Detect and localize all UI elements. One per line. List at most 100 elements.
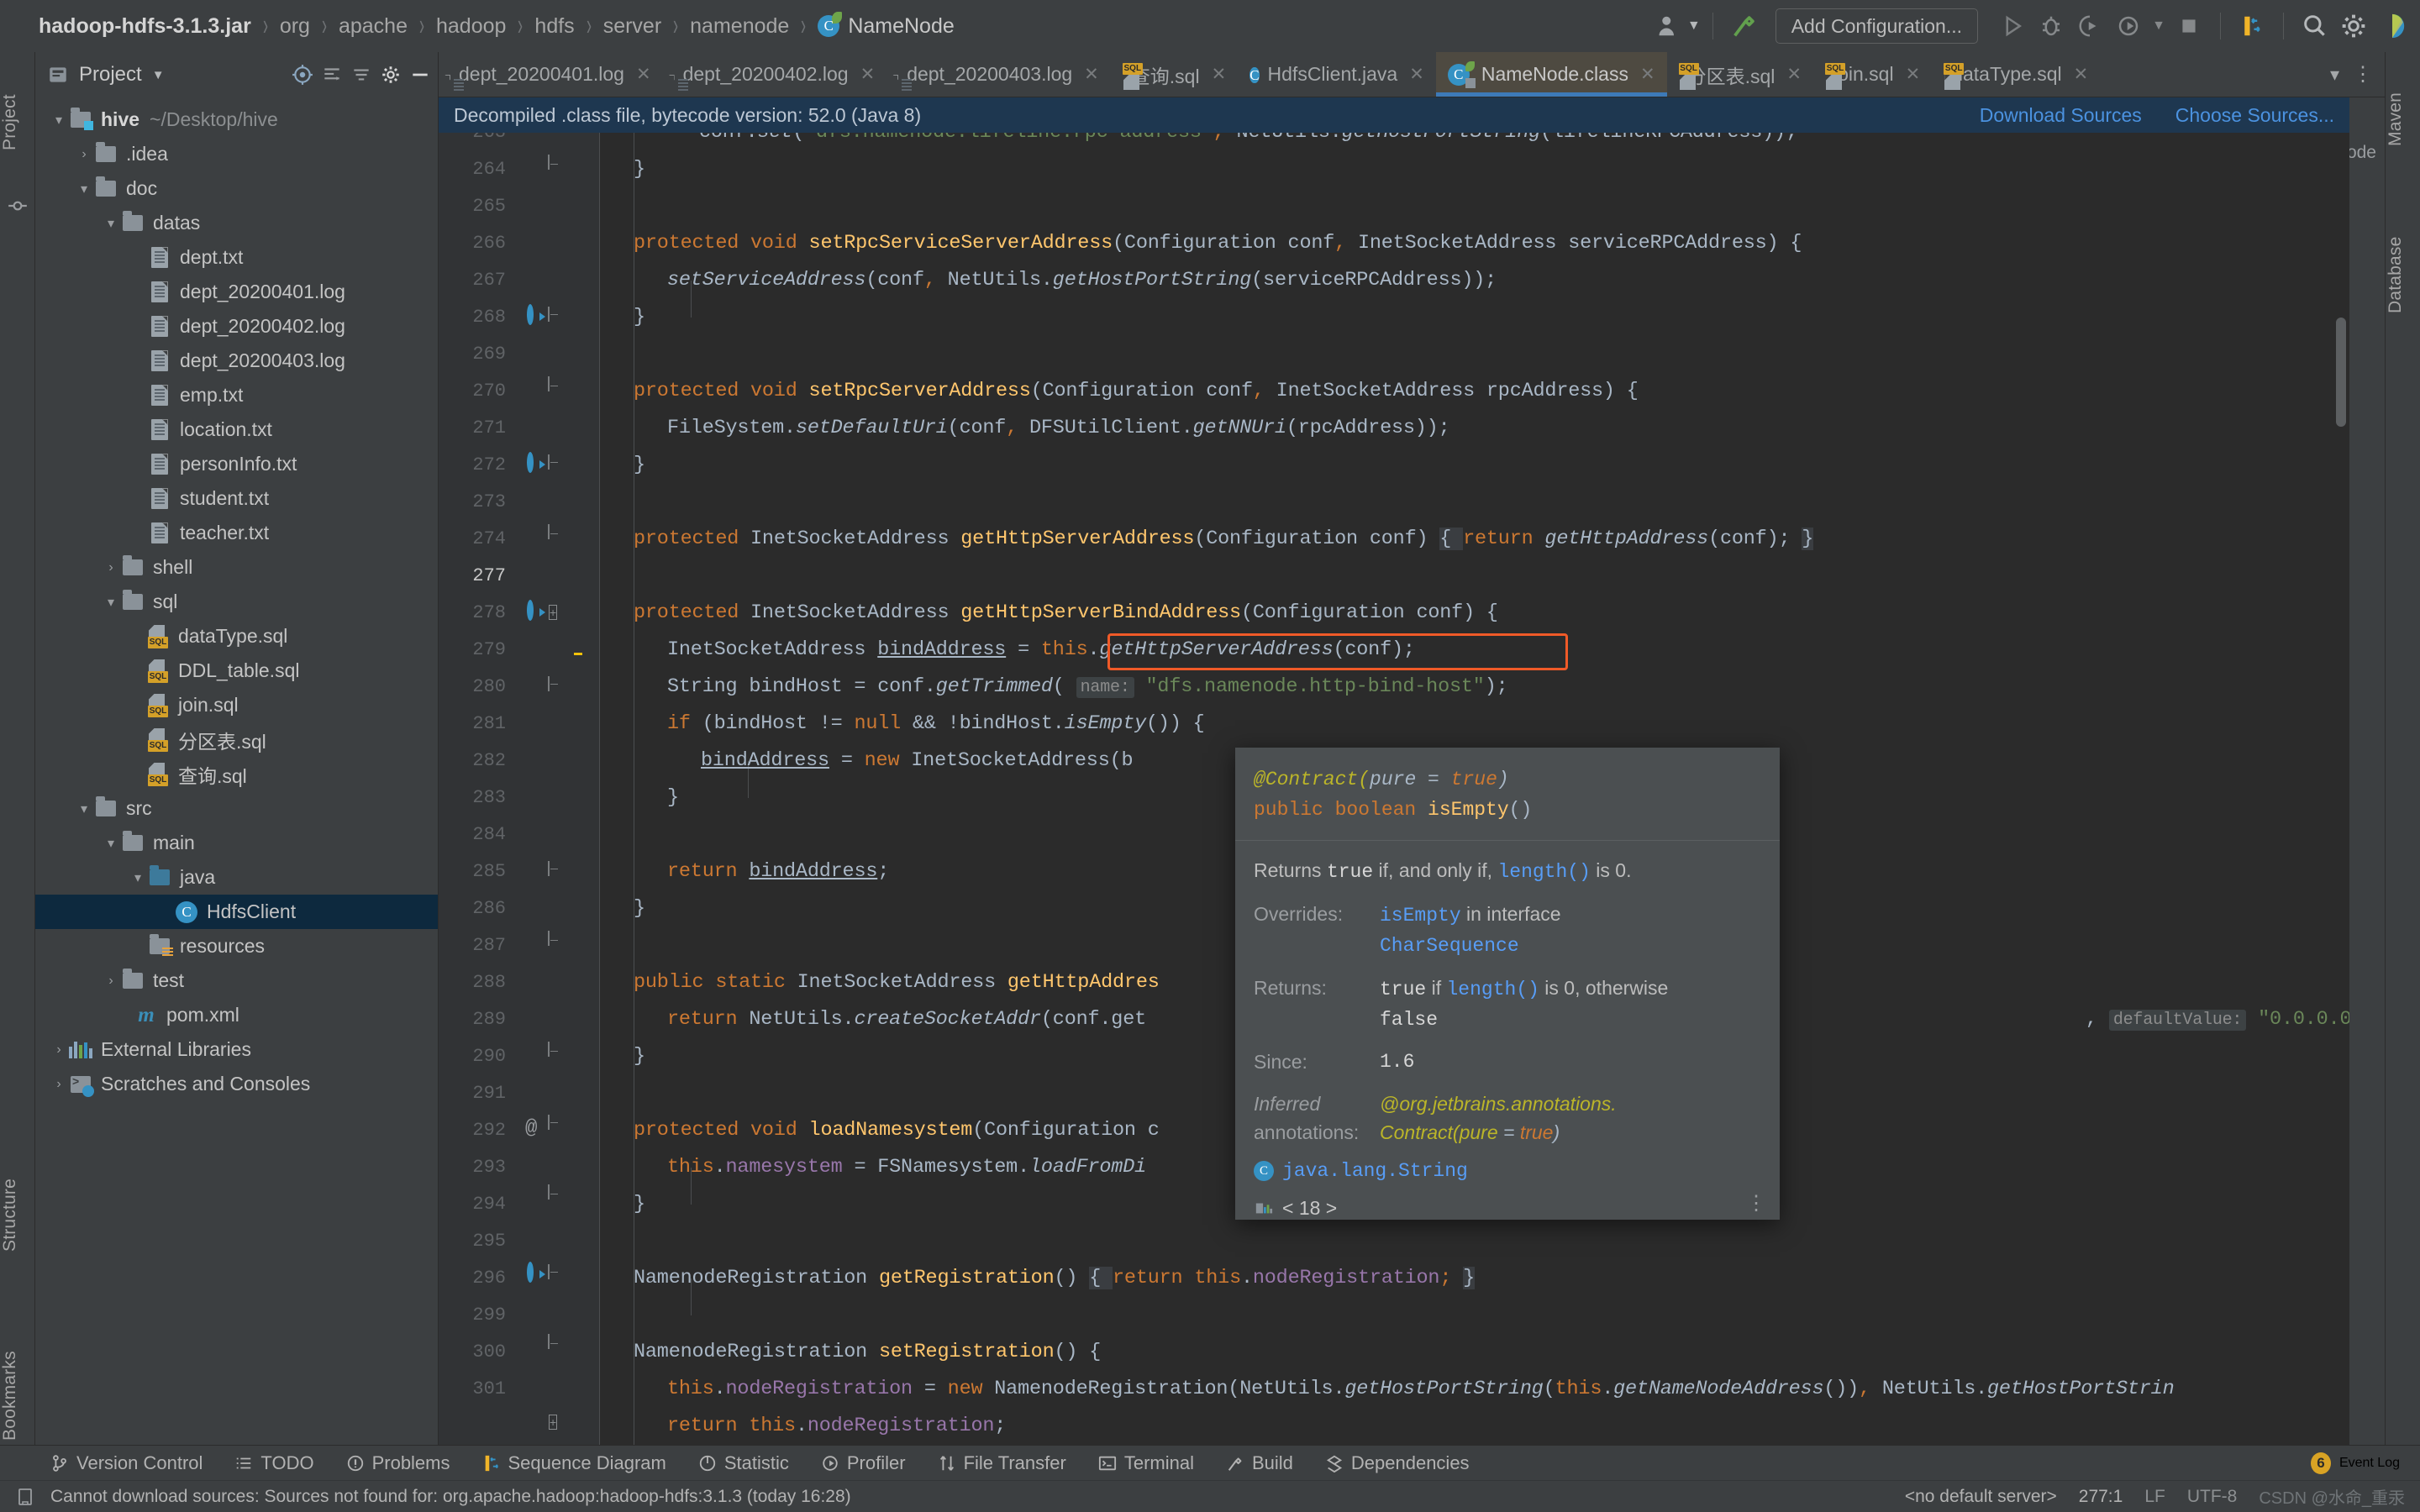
collapse-all-icon[interactable]: [321, 64, 343, 86]
bottom-item-problems[interactable]: Problems: [346, 1452, 450, 1474]
tree-row-sql[interactable]: ▾ sql: [35, 585, 438, 619]
more-vertical-icon[interactable]: ⋮: [1746, 1194, 1766, 1214]
tree-row-file[interactable]: location.txt: [35, 412, 438, 447]
chevron-down-icon[interactable]: ▾: [101, 594, 121, 611]
code-line-280[interactable]: String bindHost = conf.getTrimmed( name:…: [667, 669, 1508, 706]
chevron-down-icon[interactable]: ▾: [101, 835, 121, 852]
close-icon[interactable]: ✕: [1212, 64, 1227, 85]
chevron-down-icon[interactable]: ▾: [2330, 64, 2339, 86]
chevron-right-icon[interactable]: ›: [49, 1077, 69, 1092]
fold-end-marker[interactable]: [548, 376, 550, 391]
editor-tab[interactable]: dept_20200402.log ✕: [663, 52, 887, 97]
fold-start-marker[interactable]: [548, 454, 550, 470]
breadcrumb-item-class[interactable]: NameNode: [848, 14, 954, 39]
tree-row-pom[interactable]: m pom.xml: [35, 998, 438, 1032]
breadcrumb-item-jar[interactable]: hadoop-hdfs-3.1.3.jar: [39, 14, 251, 39]
close-icon[interactable]: ✕: [1786, 64, 1802, 85]
close-icon[interactable]: ✕: [1640, 64, 1655, 85]
status-default-server[interactable]: <no default server>: [1905, 1487, 2057, 1507]
tree-row-test[interactable]: › test: [35, 963, 438, 998]
editor-tab[interactable]: dept_20200403.log ✕: [886, 52, 1111, 97]
editor-tab-active[interactable]: C NameNode.class ✕: [1435, 52, 1667, 97]
code-line-292[interactable]: protected void loadNamesystem(Configurat…: [634, 1112, 1160, 1149]
tree-row-file[interactable]: SQL DDL_table.sql: [35, 654, 438, 688]
fold-start-marker[interactable]: [548, 1115, 550, 1131]
breadcrumb-item-hadoop[interactable]: hadoop: [436, 14, 506, 39]
choose-sources-link[interactable]: Choose Sources...: [2175, 104, 2334, 127]
run-gutter-icon[interactable]: [527, 304, 534, 325]
editor-tab[interactable]: C HdfsClient.java ✕: [1238, 52, 1436, 97]
close-icon[interactable]: ✕: [636, 64, 651, 85]
run-play-icon[interactable]: [1993, 7, 2032, 45]
tree-row-file[interactable]: SQL join.sql: [35, 688, 438, 722]
code-line-266[interactable]: protected void setRpcServiceServerAddres…: [634, 225, 1802, 262]
editor-scrollbar[interactable]: [2336, 318, 2346, 427]
code-line-278[interactable]: protected InetSocketAddress getHttpServe…: [634, 595, 1498, 632]
code-line-286[interactable]: }: [634, 890, 645, 927]
close-icon[interactable]: ✕: [1409, 64, 1424, 85]
tree-row-doc[interactable]: ▾ doc: [35, 171, 438, 206]
breadcrumb-item-server[interactable]: server: [603, 14, 661, 39]
download-sources-link[interactable]: Download Sources: [1980, 104, 2142, 127]
fold-expand-marker[interactable]: +: [549, 605, 558, 621]
bottom-item-profiler[interactable]: Profiler: [821, 1452, 906, 1474]
code-line-288-tail[interactable]: , defaultValue: "0.0.0.0:9870"));: [2086, 1001, 2349, 1039]
event-log-button[interactable]: 6 Event Log: [2310, 1452, 2420, 1474]
tree-row-file[interactable]: dept.txt: [35, 240, 438, 275]
fold-end-marker[interactable]: [548, 1184, 550, 1200]
doc-overrides-interface-link[interactable]: CharSequence: [1380, 935, 1519, 957]
fold-start-marker[interactable]: [548, 307, 550, 323]
code-line-294[interactable]: }: [634, 1186, 645, 1223]
run-gutter-icon[interactable]: [527, 1262, 534, 1283]
bottom-item-dependencies[interactable]: Dependencies: [1325, 1452, 1470, 1474]
editor-tab[interactable]: SQL 查询.sql ✕: [1111, 52, 1238, 97]
code-line-272[interactable]: }: [634, 447, 645, 484]
code-line-285[interactable]: return bindAddress;: [667, 853, 889, 890]
sidebar-item-database[interactable]: Database: [2386, 195, 2420, 354]
bottom-item-sequence-diagram[interactable]: Sequence Diagram: [482, 1452, 666, 1474]
fold-start-marker[interactable]: [548, 861, 550, 877]
breadcrumb-item-apache[interactable]: apache: [339, 14, 408, 39]
status-encoding[interactable]: UTF-8: [2187, 1487, 2238, 1507]
code-line-301[interactable]: this.nodeRegistration = new NamenodeRegi…: [667, 1371, 2175, 1408]
jetbrains-toolbox-icon[interactable]: [2373, 7, 2412, 45]
chevron-down-icon[interactable]: ▾: [74, 181, 94, 197]
tree-row-file[interactable]: dept_20200401.log: [35, 275, 438, 309]
editor-tab[interactable]: SQL dataType.sql ✕: [1932, 52, 2100, 97]
target-icon[interactable]: [292, 64, 313, 86]
bottom-item-file-transfer[interactable]: File Transfer: [938, 1452, 1066, 1474]
account-button[interactable]: ▼: [1657, 0, 1701, 52]
close-icon[interactable]: ✕: [860, 64, 876, 85]
minimize-icon[interactable]: [409, 64, 431, 86]
chevron-right-icon[interactable]: ›: [74, 147, 94, 162]
tree-row-file[interactable]: SQL 查询.sql: [35, 757, 438, 791]
close-icon[interactable]: ✕: [1084, 64, 1099, 85]
status-caret-position[interactable]: 277:1: [2079, 1487, 2123, 1507]
tree-row-hive[interactable]: ▾ hive ~/Desktop/hive: [35, 102, 438, 137]
doc-owner-class-link[interactable]: java.lang.String: [1282, 1157, 1468, 1185]
tree-row-file[interactable]: student.txt: [35, 481, 438, 516]
fold-expand-marker[interactable]: +: [549, 1415, 558, 1431]
tree-row-scratches[interactable]: › Scratches and Consoles: [35, 1067, 438, 1101]
sidebar-item-structure[interactable]: Structure: [0, 1136, 35, 1295]
code-line-289[interactable]: return NetUtils.createSocketAddr(conf.ge…: [667, 1001, 1146, 1038]
run-configuration-selector[interactable]: Add Configuration...: [1775, 8, 1978, 44]
code-line-271[interactable]: FileSystem.setDefaultUri(conf, DFSUtilCl…: [667, 410, 1450, 447]
tree-row-file[interactable]: dept_20200403.log: [35, 344, 438, 378]
chevron-down-icon[interactable]: ▾: [101, 215, 121, 232]
doc-desc-length-link[interactable]: length(): [1497, 861, 1590, 883]
doc-returns-length-link[interactable]: length(): [1447, 979, 1539, 1000]
chevron-down-icon[interactable]: ▾: [128, 869, 148, 886]
status-message[interactable]: Cannot download sources: Sources not fou…: [50, 1487, 851, 1507]
bottom-item-terminal[interactable]: Terminal: [1098, 1452, 1194, 1474]
chevron-down-icon[interactable]: ▼: [2148, 0, 2170, 52]
tree-row-file[interactable]: emp.txt: [35, 378, 438, 412]
code-line-288[interactable]: public static InetSocketAddress getHttpA…: [634, 964, 1160, 1001]
breadcrumb-item-namenode[interactable]: namenode: [690, 14, 789, 39]
debug-bug-icon[interactable]: [2032, 7, 2070, 45]
more-vertical-icon[interactable]: ⋮: [2353, 65, 2373, 85]
documentation-popup[interactable]: @Contract(pure = true) public boolean is…: [1235, 748, 1780, 1220]
tree-row-java[interactable]: ▾ java: [35, 860, 438, 895]
code-line-274[interactable]: protected InetSocketAddress getHttpServe…: [634, 521, 1813, 558]
code-line-290[interactable]: }: [634, 1038, 645, 1075]
